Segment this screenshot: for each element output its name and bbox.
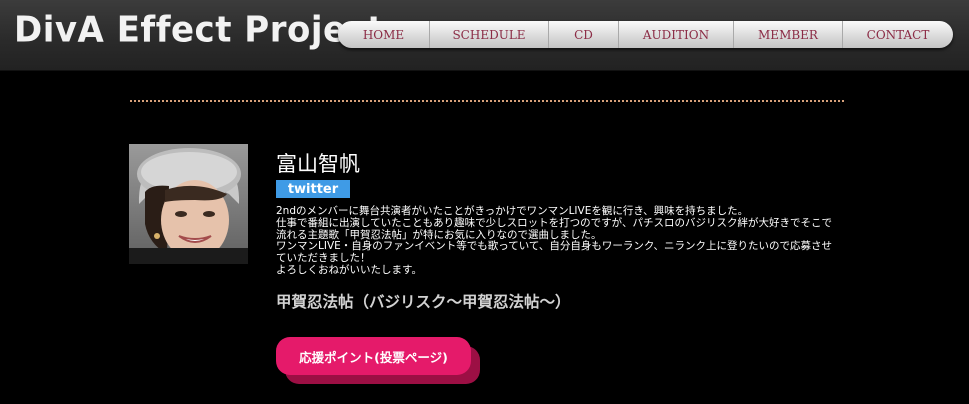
- bio-line: よろしくおねがいいたします。: [276, 263, 422, 276]
- nav-audition[interactable]: AUDITION: [619, 21, 734, 48]
- nav-home[interactable]: HOME: [338, 21, 430, 48]
- song-title: 甲賀忍法帖（バジリスク～甲賀忍法帖～）: [276, 293, 571, 311]
- twitter-link[interactable]: twitter: [276, 180, 350, 198]
- member-name: 富山智帆: [276, 152, 360, 176]
- vote-button[interactable]: 応援ポイント(投票ページ): [276, 337, 471, 375]
- member-photo: [129, 144, 248, 264]
- nav-cd[interactable]: CD: [549, 21, 619, 48]
- nav-schedule[interactable]: SCHEDULE: [430, 21, 549, 48]
- nav-member[interactable]: MEMBER: [734, 21, 843, 48]
- dotted-divider: [130, 100, 844, 102]
- bio-line: 仕事で番組に出演していたこともあり趣味で少しスロットを打つのですが、パチスロのバ…: [276, 216, 832, 241]
- bio-line: ワンマンLIVE・自身のファンイベント等でも歌っていて、自分自身もワーランク、ニ…: [276, 240, 832, 265]
- member-bio: 2ndのメンバーに舞台共演者がいたことがきっかけでワンマンLIVEを観に行き、興…: [276, 205, 836, 277]
- site-header: DivA Effect Project HOME SCHEDULE CD AUD…: [0, 0, 969, 71]
- site-logo[interactable]: DivA Effect Project: [14, 9, 384, 51]
- main-nav: HOME SCHEDULE CD AUDITION MEMBER CONTACT: [338, 21, 953, 48]
- nav-contact[interactable]: CONTACT: [843, 21, 953, 48]
